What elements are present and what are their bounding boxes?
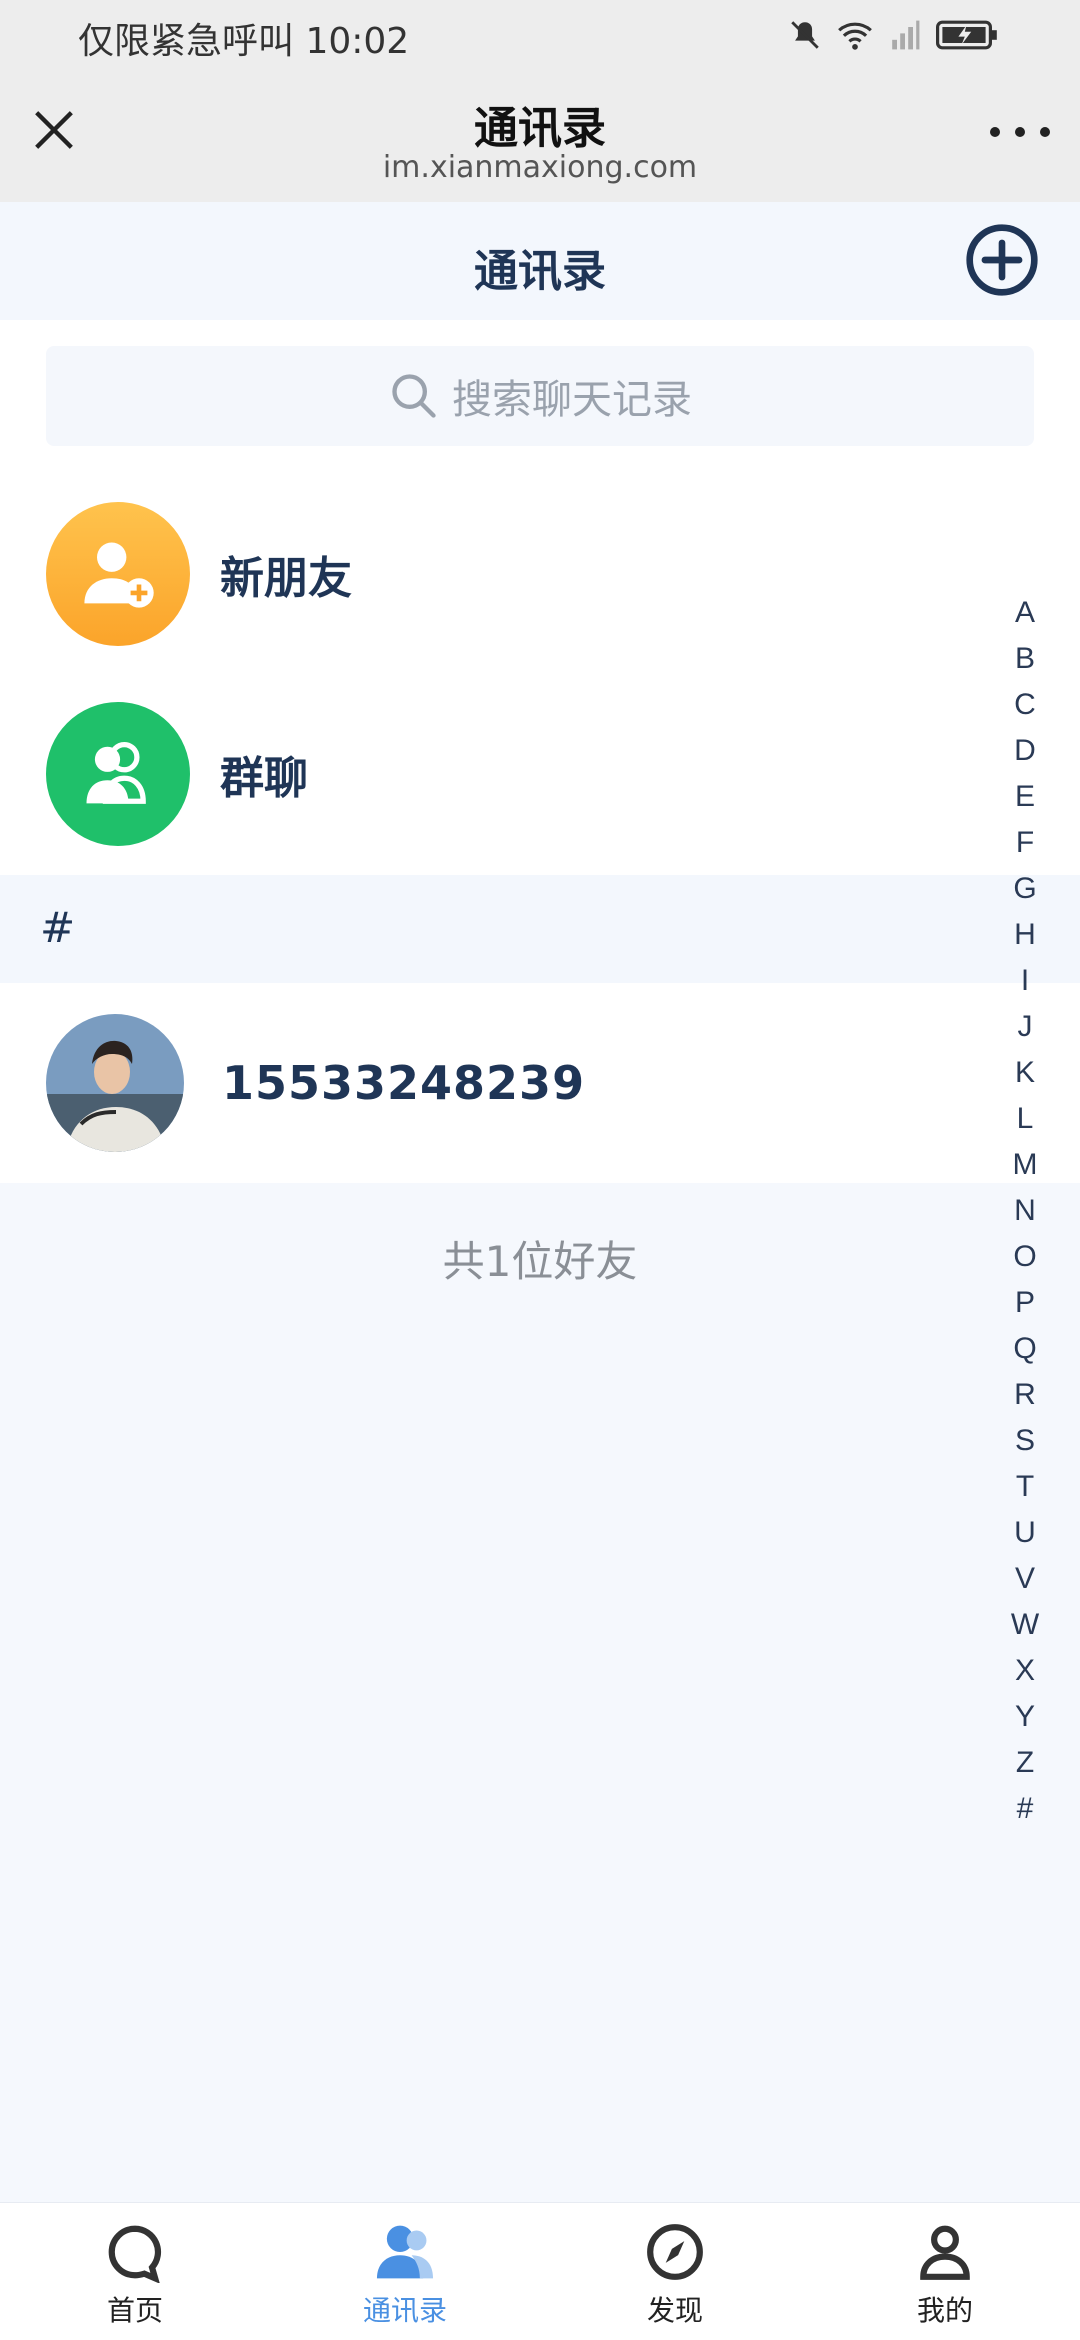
status-bar: 仅限紧急呼叫 10:02 [0,0,1080,72]
index-letter[interactable]: Z [1000,1740,1050,1786]
search-icon [392,374,436,418]
index-letter[interactable]: S [1000,1418,1050,1464]
tab-home[interactable]: 首页 [0,2203,270,2340]
signal-icon [892,20,920,50]
more-options-button[interactable] [990,122,1050,142]
index-letter[interactable]: T [1000,1464,1050,1510]
index-letter[interactable]: R [1000,1372,1050,1418]
search-area: 搜索聊天记录 [0,320,1080,470]
group-chat-label: 群聊 [220,753,308,804]
index-letter[interactable]: # [1000,1786,1050,1832]
webview-title: 通讯录 [474,103,606,154]
page-header: 通讯录 [0,202,1080,320]
index-letter[interactable]: V [1000,1556,1050,1602]
tab-discover-label: 发现 [646,2294,703,2327]
tab-discover[interactable]: 发现 [540,2203,810,2340]
webview-url: im.xianmaxiong.com [382,150,698,185]
wifi-icon [838,22,872,50]
index-letter[interactable]: J [1000,1004,1050,1050]
section-header-label: # [40,903,76,952]
index-letter[interactable]: B [1000,636,1050,682]
special-entries: 新朋友 群聊 [0,470,1080,875]
index-letter[interactable]: K [1000,1050,1050,1096]
status-icons [788,18,1000,52]
page-title: 通讯录 [474,246,606,297]
bottom-tab-bar: 首页 通讯录 发现 我的 [0,2202,1080,2340]
webview-header: 通讯录 im.xianmaxiong.com [0,72,1080,202]
index-letter[interactable]: D [1000,728,1050,774]
index-letter[interactable]: Q [1000,1326,1050,1372]
index-letter[interactable]: C [1000,682,1050,728]
index-letter[interactable]: G [1000,866,1050,912]
index-letter[interactable]: A [1000,590,1050,636]
battery-icon [936,20,997,50]
profile-icon [920,2225,970,2280]
index-letter[interactable]: O [1000,1234,1050,1280]
friend-count: 共1位好友 [442,1237,638,1286]
index-letter[interactable]: Y [1000,1694,1050,1740]
index-letter[interactable]: F [1000,820,1050,866]
status-text: 仅限紧急呼叫 10:02 [78,21,410,62]
group-chat-avatar [46,702,190,846]
index-letter[interactable]: N [1000,1188,1050,1234]
contact-avatar [46,1014,184,1152]
search-placeholder: 搜索聊天记录 [452,377,692,423]
new-friends-row[interactable]: 新朋友 [46,502,352,646]
compass-icon [647,2224,703,2280]
search-input[interactable]: 搜索聊天记录 [46,346,1034,446]
group-chat-row[interactable]: 群聊 [46,702,308,846]
tab-home-label: 首页 [106,2294,163,2327]
index-letter[interactable]: X [1000,1648,1050,1694]
index-letter[interactable]: P [1000,1280,1050,1326]
index-letter[interactable]: L [1000,1096,1050,1142]
index-letter[interactable]: H [1000,912,1050,958]
section-header: # [0,875,1080,983]
tab-contacts[interactable]: 通讯录 [270,2203,540,2340]
add-user-icon [84,542,154,608]
index-letter[interactable]: W [1000,1602,1050,1648]
index-letter[interactable]: E [1000,774,1050,820]
contact-list: 15533248239 [0,983,1080,1183]
mute-bell-icon [791,21,819,49]
contact-row[interactable]: 15533248239 [46,1013,585,1153]
group-icon [86,741,146,804]
alphabet-index-bar[interactable]: A B C D E F G H I J K L M N O P Q R S T U V W X Y Z # [1000,590,1050,1832]
tab-me-label: 我的 [916,2294,973,2327]
tab-me[interactable]: 我的 [810,2203,1080,2340]
new-friends-avatar [46,502,190,646]
chat-bubble-icon [108,2225,162,2283]
tab-contacts-label: 通讯录 [362,2294,447,2327]
index-letter[interactable]: I [1000,958,1050,1004]
index-letter[interactable]: U [1000,1510,1050,1556]
add-circle-icon[interactable] [964,222,1040,298]
contacts-icon [376,2225,434,2279]
index-letter[interactable]: M [1000,1142,1050,1188]
new-friends-label: 新朋友 [220,553,352,604]
contact-name: 15533248239 [222,1056,586,1110]
